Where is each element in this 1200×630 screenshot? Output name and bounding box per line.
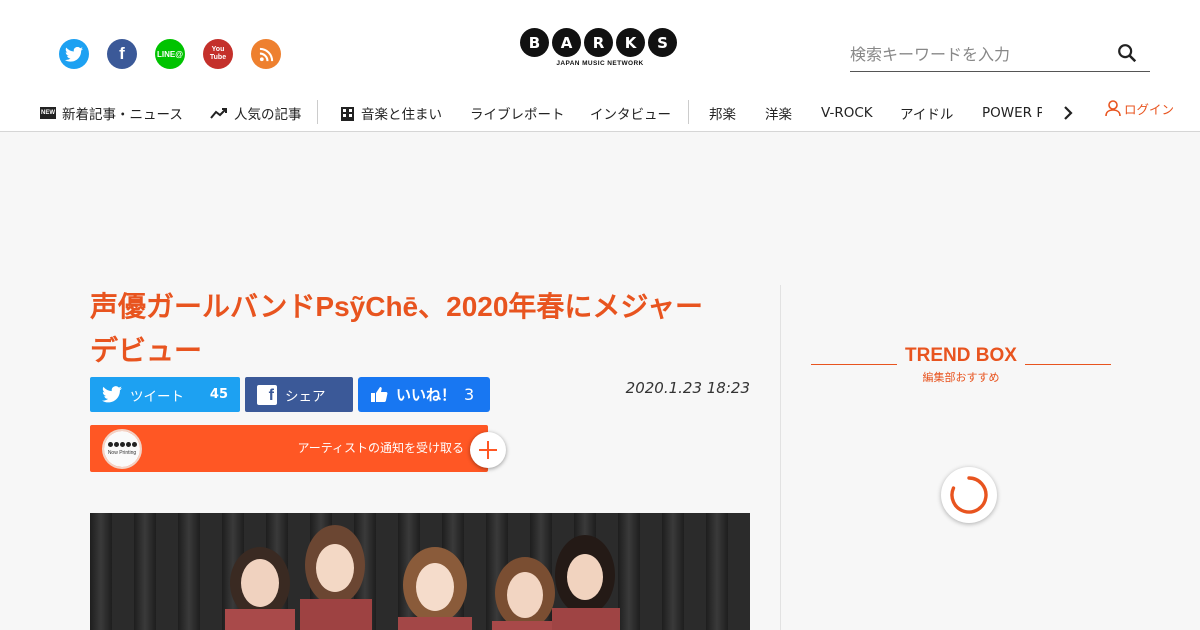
twitter-icon (102, 386, 122, 403)
youtube-icon[interactable]: You Tube (203, 39, 233, 69)
like-count: 3 (464, 385, 475, 404)
social-links: f LINE@ You Tube (59, 39, 281, 69)
trend-rule (1025, 364, 1111, 365)
facebook-icon: f (257, 384, 277, 405)
logo-letter: R (584, 28, 613, 57)
site-header: f LINE@ You Tube BARKS JAPAN MUSIC NETWOR… (0, 0, 1200, 132)
nav-power[interactable]: POWER P (982, 98, 1042, 128)
article-photo (90, 513, 750, 630)
rss-icon[interactable] (251, 39, 281, 69)
artist-notify-bar[interactable]: Now Printing アーティストの通知を受け取る (90, 425, 506, 472)
logo-letter: B (520, 28, 549, 57)
search-icon[interactable] (1116, 42, 1138, 64)
logo-letter: A (552, 28, 581, 57)
building-icon (341, 106, 354, 121)
tweet-button[interactable]: ツイート 45 (90, 377, 240, 412)
publish-date: 2020.1.23 18:23 (625, 379, 750, 397)
nav-live-report[interactable]: ライブレポート (470, 98, 565, 128)
trend-subtitle: 編集部おすすめ (922, 371, 1000, 384)
nav-vrock[interactable]: V-ROCK (821, 98, 873, 128)
trend-box: TREND BOX 編集部おすすめ (811, 345, 1111, 385)
share-buttons: ツイート 45 f シェア いいね！ 3 (90, 377, 490, 412)
nav-power-clip: POWER P (982, 98, 1042, 128)
login-link[interactable]: ログイン (1104, 98, 1174, 118)
nav-interview[interactable]: インタビュー (590, 98, 671, 128)
notify-label: アーティストの通知を受け取る (297, 441, 464, 455)
facebook-icon[interactable]: f (107, 39, 137, 69)
thumbs-up-icon (371, 387, 388, 402)
site-logo[interactable]: BARKS JAPAN MUSIC NETWORK (520, 28, 680, 74)
trend-title: TREND BOX (811, 345, 1111, 367)
facebook-share-button[interactable]: f シェア (245, 377, 353, 412)
nav-yogaku[interactable]: 洋楽 (765, 98, 792, 128)
main-nav: NEW 新着記事・ニュース 人気の記事 音楽と住まい ライブレポート インタビュ… (0, 98, 1200, 128)
logo-tagline: JAPAN MUSIC NETWORK (556, 60, 644, 67)
logo-letter: K (616, 28, 645, 57)
trending-icon (210, 108, 227, 119)
nav-divider (317, 100, 318, 124)
nav-latest[interactable]: NEW 新着記事・ニュース (40, 98, 183, 128)
article-title: 声優ガールバンドPsỹChē、2020年春にメジャー デビュー (90, 291, 704, 366)
nav-music-home[interactable]: 音楽と住まい (340, 98, 442, 128)
like-button[interactable]: いいね！ 3 (358, 377, 490, 412)
nav-idol[interactable]: アイドル (900, 98, 953, 128)
trend-rule (811, 364, 897, 365)
twitter-icon[interactable] (59, 39, 89, 69)
chevron-right-icon[interactable] (1062, 106, 1074, 120)
search-box (850, 40, 1150, 72)
sidebar-divider (780, 285, 781, 630)
tweet-count: 45 (209, 387, 228, 402)
search-input[interactable] (850, 40, 1110, 68)
user-icon (1105, 100, 1121, 117)
line-icon[interactable]: LINE@ (155, 39, 185, 69)
new-icon: NEW (40, 107, 56, 119)
nav-popular[interactable]: 人気の記事 (210, 98, 302, 128)
loading-spinner-icon (941, 467, 997, 523)
nav-divider (688, 100, 689, 124)
add-icon[interactable] (470, 432, 506, 468)
artist-avatar: Now Printing (102, 429, 142, 469)
article-header: 声優ガールバンドPsỹChē、2020年春にメジャー デビュー (90, 285, 750, 373)
nav-hogaku[interactable]: 邦楽 (709, 98, 736, 128)
logo-letter: S (648, 28, 677, 57)
